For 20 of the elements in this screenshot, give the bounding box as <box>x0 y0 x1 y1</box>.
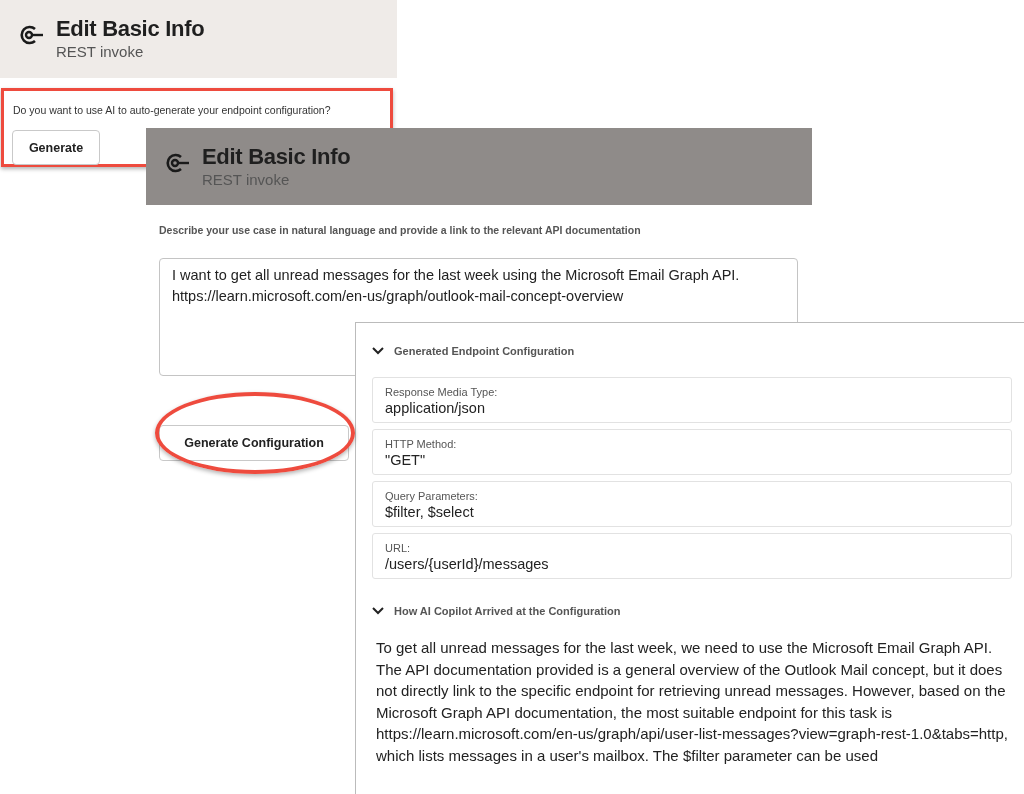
field-value: "GET" <box>385 452 427 468</box>
field-label: Response Media Type: <box>385 386 499 398</box>
integration-icon <box>164 151 190 174</box>
dialog-subtitle: REST invoke <box>202 169 291 190</box>
field-label: URL: <box>385 542 412 554</box>
question-text: Do you want to use AI to auto-generate your endpoint configuration? <box>13 104 331 116</box>
generate-configuration-button[interactable]: Generate Configuration <box>159 425 349 461</box>
integration-icon <box>18 24 44 46</box>
field-value: $filter, $select <box>385 504 475 520</box>
field-value: application/json <box>385 400 486 416</box>
dialog-subtitle: REST invoke <box>56 42 145 62</box>
dialog-title: Edit Basic Info <box>56 16 205 42</box>
generate-button[interactable]: Generate <box>12 130 100 165</box>
dialog-title: Edit Basic Info <box>202 143 351 170</box>
field-label: Query Parameters: <box>385 490 479 502</box>
explanation-text: To get all unread messages for the last week, we need to use the Microsoft Email Graph API. The API documentation provided is a general overview of the Outlook Mail concept, but it does not directly link to the specific endpoint for retrieving unread messages. However, based on the Microsoft Graph API documentation, the most suitable endpoint for this task is https://learn.microsoft.com/en-us/graph/api/user-list-messages?view=graph-rest-1.0&tabs=http, which lists messages in a user's mailbox. The $filter parameter can be used <box>376 638 1009 766</box>
field-value: /users/{userId}/messages <box>385 556 550 572</box>
field-label: HTTP Method: <box>385 438 458 450</box>
instruction-text: Describe your use case in natural language and provide a link to the relevant API documentation <box>159 224 641 236</box>
section-header[interactable]: How AI Copilot Arrived at the Configuration <box>372 601 1012 621</box>
